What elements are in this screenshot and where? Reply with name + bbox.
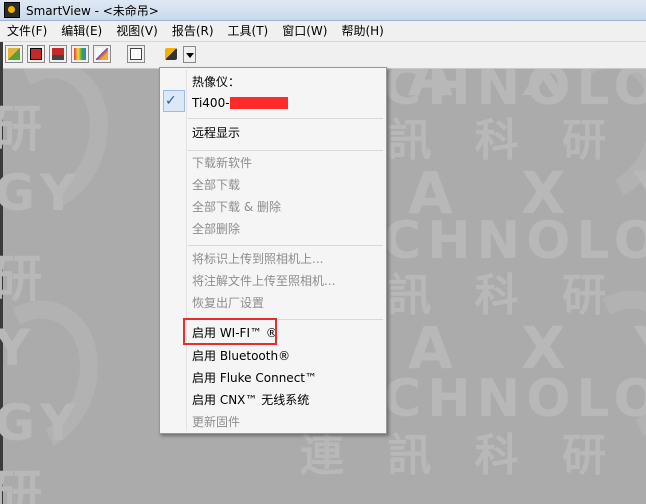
edit-button[interactable] xyxy=(93,45,111,63)
menu-item-upload-marks[interactable]: 将标识上传到照相机上... xyxy=(192,251,323,267)
save-button[interactable] xyxy=(27,45,45,63)
menu-edit[interactable]: 编辑(E) xyxy=(54,21,109,41)
menu-separator xyxy=(188,245,383,246)
toolbar xyxy=(0,42,646,69)
watermark-cn-left: 研 xyxy=(0,250,48,308)
menu-item-upload-annotations[interactable]: 将注解文件上传至照相机... xyxy=(192,273,335,289)
save-icon xyxy=(30,48,42,60)
menu-item-enable-fluke-connect[interactable]: 启用 Fluke Connect™ xyxy=(192,370,317,386)
device-name: Ti400- xyxy=(192,96,230,110)
palette-button[interactable] xyxy=(71,45,89,63)
camera-icon xyxy=(165,48,177,60)
open-button[interactable] xyxy=(5,45,23,63)
open-icon xyxy=(8,48,20,60)
menu-bar: 文件(F) 编辑(E) 视图(V) 报告(R) 工具(T) 窗口(W) 帮助(H… xyxy=(0,21,646,42)
menu-item-delete-all[interactable]: 全部删除 xyxy=(192,221,240,237)
page-icon xyxy=(130,48,142,60)
menu-item-factory-reset[interactable]: 恢复出厂设置 xyxy=(192,295,264,311)
menu-separator xyxy=(188,150,383,151)
menu-header-camera: 热像仪： xyxy=(192,75,241,89)
menu-view[interactable]: 视图(V) xyxy=(109,21,165,41)
watermark-cn-left: 研 xyxy=(0,465,48,504)
menu-item-enable-cnx[interactable]: 启用 CNX™ 无线系统 xyxy=(192,392,309,408)
menu-item-enable-bluetooth[interactable]: 启用 Bluetooth® xyxy=(192,348,290,364)
menu-gutter xyxy=(186,70,187,431)
checkmark-icon: ✓ xyxy=(165,93,177,109)
menu-item-device[interactable]: Ti400- xyxy=(192,95,288,111)
menu-item-update-firmware[interactable]: 更新固件 xyxy=(192,414,240,430)
camera-button[interactable] xyxy=(162,45,180,63)
menu-item-remote-display[interactable]: 远程显示 xyxy=(192,125,240,141)
page-button[interactable] xyxy=(127,45,145,63)
menu-separator xyxy=(188,118,383,119)
watermark-cn-left: 研 xyxy=(0,100,48,158)
menu-item-download-all-delete[interactable]: 全部下载 & 删除 xyxy=(192,199,281,215)
camera-dropdown-button[interactable] xyxy=(183,46,196,63)
watermark-tech-left: Y xyxy=(0,319,37,377)
watermark-tech-left: GY xyxy=(0,394,83,452)
camera-dropdown-menu: 热像仪： ✓ Ti400- 远程显示 下载新软件 全部下载 全部下载 & 删除 … xyxy=(159,67,387,434)
menu-window[interactable]: 窗口(W) xyxy=(275,21,334,41)
app-icon xyxy=(4,2,20,18)
menu-item-download-all[interactable]: 全部下载 xyxy=(192,177,240,193)
print-button[interactable] xyxy=(49,45,67,63)
menu-help[interactable]: 帮助(H) xyxy=(334,21,390,41)
edit-icon xyxy=(96,48,108,60)
menu-tools[interactable]: 工具(T) xyxy=(221,21,276,41)
print-icon xyxy=(52,48,64,60)
window-title: SmartView - <未命吊> xyxy=(26,3,159,18)
menu-item-download-new-software[interactable]: 下载新软件 xyxy=(192,155,252,171)
redacted-serial xyxy=(229,97,288,109)
watermark-tech-left: GY xyxy=(0,164,83,222)
menu-report[interactable]: 报告(R) xyxy=(165,21,221,41)
wifi-highlight-box xyxy=(183,318,277,345)
title-bar: SmartView - <未命吊> xyxy=(0,0,646,21)
palette-icon xyxy=(74,48,86,60)
menu-file[interactable]: 文件(F) xyxy=(0,21,54,41)
